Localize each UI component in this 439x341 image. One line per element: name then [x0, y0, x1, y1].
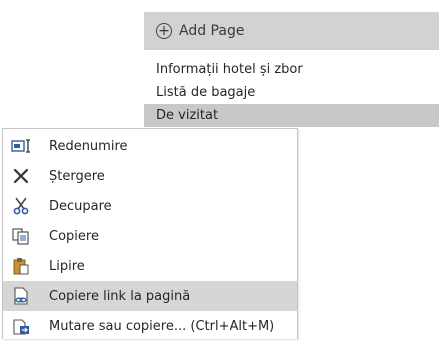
menu-item-label: Lipire [49, 258, 85, 274]
menu-item-rename[interactable]: Redenumire [3, 131, 297, 161]
add-page-button[interactable]: + Add Page [144, 12, 439, 50]
paste-icon [10, 256, 32, 276]
menu-item-copy-link[interactable]: Copiere link la pagină [3, 281, 297, 311]
copy-link-icon [10, 286, 32, 306]
page-item-de-vizitat[interactable]: De vizitat [144, 104, 439, 127]
page-item-hotel[interactable]: Informații hotel și zbor [144, 58, 439, 81]
menu-item-paste[interactable]: Lipire [3, 251, 297, 281]
menu-item-label: Redenumire [49, 138, 128, 154]
rename-icon [10, 136, 32, 156]
copy-icon [10, 226, 32, 246]
menu-item-label: Ștergere [49, 168, 105, 184]
menu-item-move-copy[interactable]: Mutare sau copiere... (Ctrl+Alt+M) [3, 311, 297, 341]
menu-item-label: Mutare sau copiere... (Ctrl+Alt+M) [49, 318, 275, 334]
page-list: Informații hotel și zbor Listă de bagaje… [144, 58, 439, 127]
context-menu: Redenumire Ștergere Decupare Copiere Lip… [2, 128, 298, 339]
add-circle-icon: + [156, 23, 172, 39]
menu-item-label: Copiere [49, 228, 99, 244]
menu-item-delete[interactable]: Ștergere [3, 161, 297, 191]
delete-icon [10, 166, 32, 186]
add-page-label: Add Page [179, 23, 245, 39]
move-copy-icon [10, 316, 32, 336]
page-item-bagaje[interactable]: Listă de bagaje [144, 81, 439, 104]
menu-item-copy[interactable]: Copiere [3, 221, 297, 251]
menu-item-label: Decupare [49, 198, 112, 214]
menu-item-label: Copiere link la pagină [49, 288, 191, 304]
cut-icon [10, 196, 32, 216]
menu-item-cut[interactable]: Decupare [3, 191, 297, 221]
